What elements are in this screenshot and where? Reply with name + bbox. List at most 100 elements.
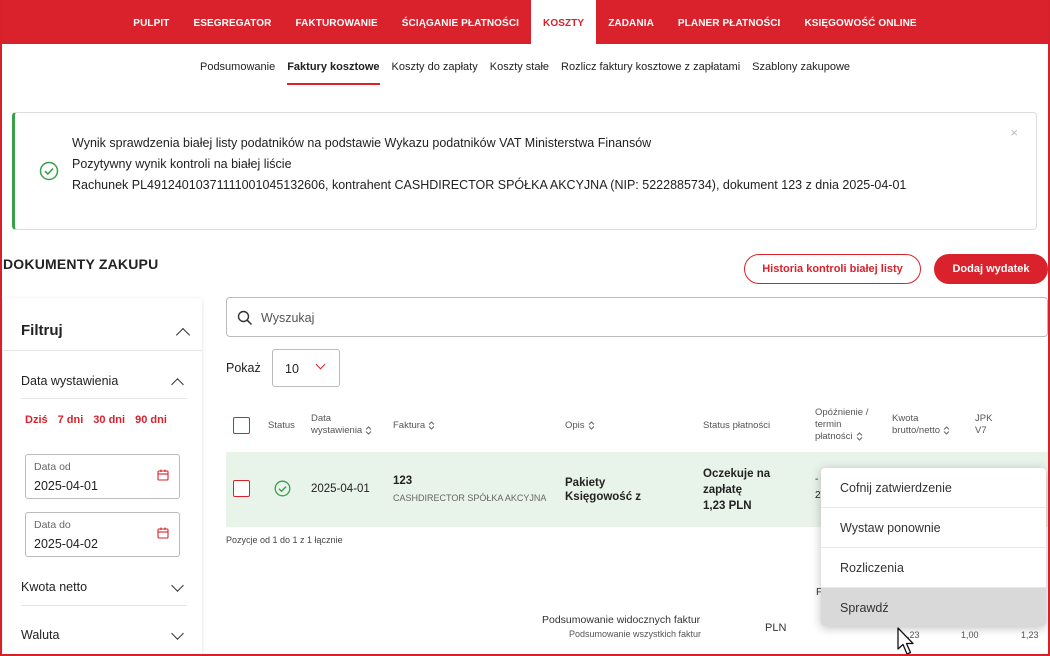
page-size-select[interactable]: 10 [272,349,340,387]
nav-koszty[interactable]: KOSZTY [531,0,597,44]
sort-icon[interactable] [365,426,372,435]
row-delay: - [815,474,819,485]
page-size-label: Pokaż [226,361,261,375]
quick-30-days[interactable]: 30 dni [93,414,125,426]
summary-net: 1,00 [961,630,979,640]
header-jpk: JPK V7 [975,413,992,437]
select-all-checkbox[interactable] [233,417,250,434]
header-issue-date[interactable]: Data wystawienia [311,413,372,437]
header-jpk-l2: V7 [975,425,987,436]
search-icon [237,310,253,326]
menu-undo-approval[interactable]: Cofnij zatwierdzenie [821,468,1046,508]
filter-date-section[interactable]: Data wystawienia [21,374,118,388]
tab-koszty-do-zaplaty[interactable]: Koszty do zapłaty [386,44,484,86]
menu-settlements[interactable]: Rozliczenia [821,548,1046,588]
header-amount[interactable]: Kwota brutto/netto [892,413,950,437]
row-invoice-number[interactable]: 123 [393,475,412,487]
summary-currency: PLN [765,622,787,634]
header-description-label: Opis [565,420,585,431]
tab-faktury-kosztowe[interactable]: Faktury kosztowe [281,44,385,86]
close-icon[interactable]: × [1010,125,1018,140]
tab-podsumowanie[interactable]: Podsumowanie [194,44,281,86]
whitelist-history-button[interactable]: Historia kontroli białej listy [744,254,921,284]
row-payment-amount: 1,23 PLN [703,500,752,512]
sort-icon[interactable] [856,432,863,441]
nav-zadania[interactable]: ZADANIA [596,0,666,44]
quick-date-ranges: Dziś 7 dni 30 dni 90 dni [25,414,167,426]
header-delay[interactable]: Opóźnienie / termin płatności [815,407,868,443]
date-from-value: 2025-04-01 [34,479,98,493]
sort-icon[interactable] [588,421,595,430]
date-to-value: 2025-04-02 [34,537,98,551]
header-issue-date-l1: Data [311,413,332,424]
chevron-up-icon[interactable] [171,378,184,391]
row-payment-status: Oczekuje na zapłatę 1,23 PLN [703,466,770,514]
quick-today[interactable]: Dziś [25,414,48,426]
chevron-down-icon[interactable] [171,579,184,592]
summary-gross: 1,23 [1021,630,1039,640]
filter-currency-section[interactable]: Waluta [21,628,59,642]
quick-90-days[interactable]: 90 dni [135,414,167,426]
row-description-l1: Pakiety [565,477,606,489]
header-status: Status [268,420,295,431]
tab-szablony-zakupowe[interactable]: Szablony zakupowe [746,44,856,86]
header-delay-l2: termin [815,419,842,430]
filter-net-amount-section[interactable]: Kwota netto [21,580,87,594]
alert-details: Rachunek PL49124010371111001045132606, k… [72,178,907,192]
chevron-up-icon[interactable] [175,327,191,343]
row-contractor: CASHDIRECTOR SPÓŁKA AKCYJNA [393,493,547,503]
status-approved-icon [274,480,291,497]
chevron-down-icon[interactable] [171,627,184,640]
row-due: 2 [815,490,821,501]
alert-result: Pozytywny wynik kontroli na białej liści… [72,157,292,171]
table-header: Status Data wystawienia Faktura Opis Sta… [226,404,1050,452]
divider [21,398,187,399]
row-description-l2: Księgowość z [565,491,642,503]
calendar-icon[interactable] [157,469,169,481]
summary-all-label: Podsumowanie wszystkich faktur [569,629,702,639]
date-to-label: Data do [34,519,71,531]
mouse-cursor-icon [897,627,914,655]
date-from-label: Data od [34,461,71,473]
quick-7-days[interactable]: 7 dni [58,414,84,426]
sort-icon[interactable] [428,421,435,430]
header-invoice[interactable]: Faktura [393,420,435,432]
sub-navigation: Podsumowanie Faktury kosztowe Koszty do … [0,44,1050,86]
summary-visible-label: Podsumowanie widocznych faktur [542,614,701,626]
alert-text: Wynik sprawdzenia białej listy podatnikó… [72,133,906,196]
pagination-info: Pozycje od 1 do 1 z 1 łącznie [226,535,343,545]
row-checkbox[interactable] [233,480,250,497]
check-circle-icon [39,161,59,181]
alert-title: Wynik sprawdzenia białej listy podatnikó… [72,136,652,150]
tab-koszty-stale[interactable]: Koszty stałe [484,44,555,86]
header-amount-l1: Kwota [892,413,919,424]
date-from-field[interactable]: Data od 2025-04-01 [25,454,180,499]
top-navigation: PULPIT ESEGREGATOR FAKTUROWANIE ŚCIĄGANI… [0,0,1050,44]
row-context-menu: Cofnij zatwierdzenie Wystaw ponownie Roz… [821,468,1046,626]
header-description[interactable]: Opis [565,420,595,432]
nav-esegregator[interactable]: ESEGREGATOR [181,0,283,44]
tab-rozlicz-faktury[interactable]: Rozlicz faktury kosztowe z zapłatami [555,44,746,86]
nav-fakturowanie[interactable]: FAKTUROWANIE [283,0,389,44]
filter-panel: Filtruj Data wystawienia Dziś 7 dni 30 d… [3,298,202,656]
add-expense-button[interactable]: Dodaj wydatek [934,254,1048,284]
menu-check[interactable]: Sprawdź [821,588,1046,626]
nav-ksiegowosc-online[interactable]: KSIĘGOWOŚĆ ONLINE [792,0,928,44]
menu-reissue[interactable]: Wystaw ponownie [821,508,1046,548]
calendar-icon[interactable] [157,527,169,539]
header-delay-l1: Opóźnienie / [815,407,869,418]
header-delay-l3: płatności [815,431,853,442]
tab-faktury-kosztowe-label: Faktury kosztowe [287,57,380,85]
nav-pulpit[interactable]: PULPIT [121,0,181,44]
filter-title: Filtruj [21,322,63,339]
page-title: DOKUMENTY ZAKUPU [3,256,159,272]
chevron-down-icon [315,359,326,370]
nav-sciaganie-platnosci[interactable]: ŚCIĄGANIE PŁATNOŚCI [390,0,531,44]
row-issue-date: 2025-04-01 [311,483,370,495]
divider [3,350,202,351]
date-to-field[interactable]: Data do 2025-04-02 [25,512,180,557]
nav-planer-platnosci[interactable]: PLANER PŁATNOŚCI [666,0,793,44]
divider [21,605,187,606]
search-input[interactable] [261,307,961,329]
sort-icon[interactable] [943,426,950,435]
